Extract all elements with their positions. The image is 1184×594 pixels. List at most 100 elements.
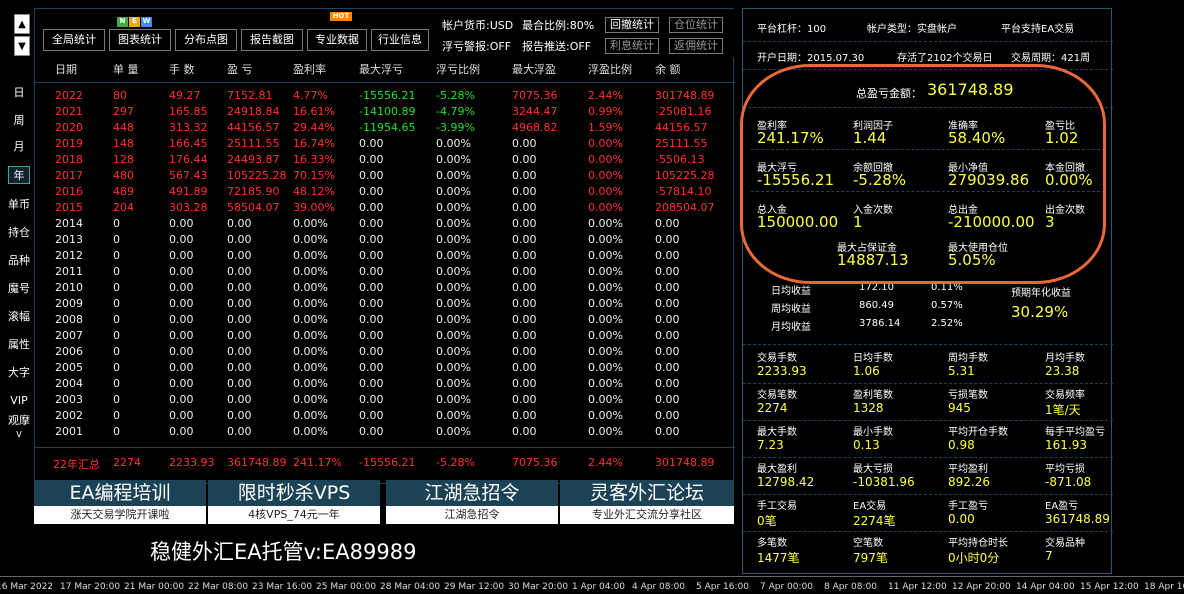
toolbar-button-4[interactable]: 专业数据 bbox=[307, 29, 367, 51]
hot-badge: HOT bbox=[330, 12, 352, 21]
table-row: 2005 0 0.00 0.00 0.00% 0.00 0.00% 0.00 0.00% 0.00 bbox=[35, 361, 735, 377]
toolbar-button-3[interactable]: 报告截图 bbox=[241, 29, 303, 51]
nav-item-10[interactable]: 大字 bbox=[8, 364, 30, 382]
table-cell: 0.00% bbox=[436, 217, 471, 230]
time-axis: 16 Mar 2022 17 Mar 20:00 21 Mar 00:00 22 Ma… bbox=[0, 576, 1184, 594]
nav-item-5[interactable]: 持仓 bbox=[8, 224, 30, 242]
header-divider bbox=[35, 82, 735, 83]
table-cell: 0.00 bbox=[169, 425, 194, 438]
table-cell: -25081.16 bbox=[655, 105, 712, 118]
table-cell: 0.00% bbox=[436, 233, 471, 246]
table-cell: 0.00 bbox=[512, 169, 537, 182]
table-cell: 0.00% bbox=[436, 249, 471, 262]
toolbar-button-0[interactable]: 全局统计 bbox=[43, 29, 105, 51]
section-divider bbox=[743, 420, 1113, 421]
table-cell: 0.00 bbox=[512, 249, 537, 262]
table-cell: 58504.07 bbox=[227, 201, 280, 214]
table-row: 2011 0 0.00 0.00 0.00% 0.00 0.00% 0.00 0.00% 0.00 bbox=[35, 265, 735, 281]
table-cell: 313.32 bbox=[169, 121, 208, 134]
scroll-down-button[interactable]: ▼ bbox=[14, 36, 30, 56]
stat-value: 0.00 bbox=[948, 512, 975, 526]
table-cell: 165.85 bbox=[169, 105, 208, 118]
promo-banner-2[interactable]: 江湖急招令 江湖急招令 bbox=[386, 480, 558, 524]
table-cell: 2018 bbox=[55, 153, 83, 166]
promo-banner-0[interactable]: EA编程培训 涨天交易学院开课啦 bbox=[34, 480, 206, 524]
table-cell: 0.00% bbox=[293, 409, 328, 422]
table-cell: 0.00% bbox=[293, 393, 328, 406]
nav-item-4[interactable]: 单币 bbox=[8, 196, 30, 214]
table-cell: 80 bbox=[113, 89, 127, 102]
nav-item-7[interactable]: 魔号 bbox=[8, 280, 30, 298]
table-cell: 0.00 bbox=[655, 233, 680, 246]
floating-alert-info: 浮亏警报:OFF bbox=[442, 40, 512, 53]
total-cell: 301748.89 bbox=[655, 456, 715, 469]
right-button-2[interactable]: 利息统计 bbox=[605, 38, 659, 54]
nav-item-2[interactable]: 月 bbox=[8, 138, 30, 156]
table-cell: 105225.28 bbox=[227, 169, 287, 182]
table-cell: -5506.13 bbox=[655, 153, 705, 166]
table-cell: 0.00 bbox=[359, 377, 384, 390]
nav-item-6[interactable]: 品种 bbox=[8, 252, 30, 270]
table-cell: -4.79% bbox=[436, 105, 475, 118]
nav-item-8[interactable]: 滚幅 bbox=[8, 308, 30, 326]
stat-label: 亏损笔数 bbox=[948, 390, 988, 401]
stat-value: 0.98 bbox=[948, 438, 975, 452]
toolbar-button-5[interactable]: 行业信息 bbox=[371, 29, 429, 51]
table-cell: 0 bbox=[113, 329, 120, 342]
nav-item-3[interactable]: 年 bbox=[8, 166, 30, 184]
table-cell: 0.00 bbox=[655, 425, 680, 438]
time-tick-label: 28 Mar 04:00 bbox=[380, 582, 441, 592]
annual-value: 30.29% bbox=[1011, 303, 1069, 321]
table-cell: 0.00 bbox=[512, 233, 537, 246]
table-cell: 0.00% bbox=[293, 217, 328, 230]
table-cell: 0.00 bbox=[169, 393, 194, 406]
table-cell: 0.00 bbox=[227, 233, 252, 246]
total-cell: -5.28% bbox=[436, 456, 475, 469]
right-button-1[interactable]: 仓位统计 bbox=[669, 17, 723, 33]
banner-subtitle: 江湖急招令 bbox=[386, 506, 558, 524]
right-button-0[interactable]: 回撤统计 bbox=[605, 17, 659, 33]
table-cell: 0.00 bbox=[512, 345, 537, 358]
table-cell: -57814.10 bbox=[655, 185, 712, 198]
toolbar-button-2[interactable]: 分布点图 bbox=[175, 29, 237, 51]
toolbar-button-1[interactable]: 图表统计 bbox=[109, 29, 171, 51]
right-button-3[interactable]: 返佣统计 bbox=[669, 38, 723, 54]
promo-banner-1[interactable]: 限时秒杀VPS 4核VPS_74元一年 bbox=[208, 480, 380, 524]
stat-value: 892.26 bbox=[948, 475, 990, 489]
table-cell: 49.27 bbox=[169, 89, 201, 102]
stat-label: 手工盈亏 bbox=[948, 501, 988, 512]
total-cell: 2233.93 bbox=[169, 456, 215, 469]
earning-label: 日均收益 bbox=[771, 286, 811, 297]
table-cell: 0.00 bbox=[512, 297, 537, 310]
table-cell: -5.28% bbox=[436, 89, 475, 102]
total-cell: 241.17% bbox=[293, 456, 342, 469]
time-tick-label: 8 Apr 08:00 bbox=[824, 582, 877, 592]
table-row: 2021 297 165.85 24918.84 16.61% -14100.89 -4.7… bbox=[35, 105, 735, 121]
scroll-up-button[interactable]: ▲ bbox=[14, 14, 30, 34]
table-cell: 0.00 bbox=[227, 297, 252, 310]
toolbar: 全局统计 图表统计 分布点图 报告截图 专业数据 行业信息 N E W HOT 帐户货币:USD 最合… bbox=[35, 9, 735, 57]
nav-item-1[interactable]: 周 bbox=[8, 112, 30, 130]
table-cell: 2007 bbox=[55, 329, 83, 342]
table-row: 2006 0 0.00 0.00 0.00% 0.00 0.00% 0.00 0.00% 0.00 bbox=[35, 345, 735, 361]
table-cell: 166.45 bbox=[169, 137, 208, 150]
table-cell: 0.00% bbox=[436, 361, 471, 374]
nav-item-9[interactable]: 属性 bbox=[8, 336, 30, 354]
table-cell: 0.00 bbox=[655, 393, 680, 406]
nav-more-button[interactable]: V bbox=[8, 430, 30, 440]
nav-item-0[interactable]: 日 bbox=[8, 84, 30, 102]
nav-item-11[interactable]: VIP bbox=[8, 392, 30, 410]
table-cell: 448 bbox=[113, 121, 134, 134]
table-cell: 0.00% bbox=[588, 409, 623, 422]
nav-item-12[interactable]: 观摩 bbox=[8, 412, 30, 430]
table-cell: 148 bbox=[113, 137, 134, 150]
table-cell: 0.00 bbox=[169, 233, 194, 246]
stat-value: 1328 bbox=[853, 401, 884, 415]
table-cell: 2022 bbox=[55, 89, 83, 102]
promo-banner-3[interactable]: 灵客外汇论坛 专业外汇交流分享社区 bbox=[560, 480, 734, 524]
table-cell: 0.00% bbox=[588, 153, 623, 166]
table-cell: 2021 bbox=[55, 105, 83, 118]
table-cell: -3.99% bbox=[436, 121, 475, 134]
table-cell: 0.00% bbox=[588, 233, 623, 246]
table-cell: 4.77% bbox=[293, 89, 328, 102]
